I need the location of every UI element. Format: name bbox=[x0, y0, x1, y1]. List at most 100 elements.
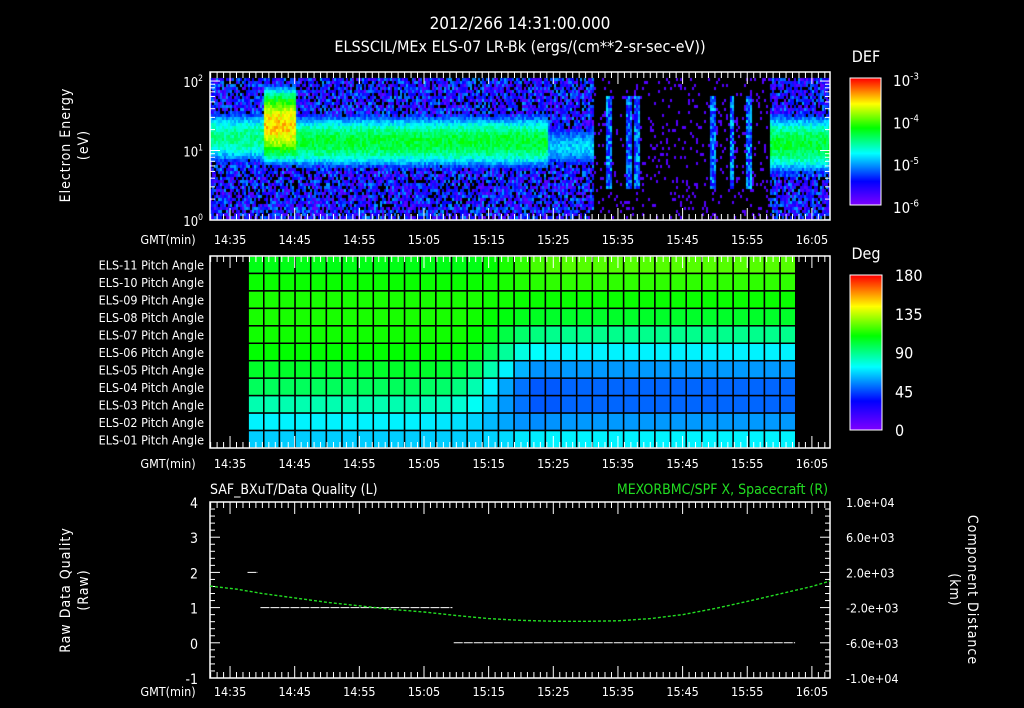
pitch-angle-cell bbox=[529, 307, 547, 327]
pitch-angle-cell bbox=[529, 394, 547, 414]
pitch-angle-cell bbox=[419, 429, 437, 449]
pitch-angle-cell bbox=[622, 325, 641, 345]
pitch-angle-cell bbox=[638, 412, 656, 432]
pitch-angle-cell bbox=[325, 272, 343, 292]
pitch-angle-row-label: ELS-09 Pitch Angle bbox=[99, 293, 204, 308]
pitch-angle-cell bbox=[544, 342, 562, 362]
pitch-angle-cell bbox=[450, 394, 468, 414]
spectrogram-title: ELSSCIL/MEx ELS-07 LR-Bk (ergs/(cm**2-sr… bbox=[334, 37, 705, 56]
pitch-angle-cell bbox=[309, 272, 328, 292]
pitch-angle-cell bbox=[419, 272, 437, 292]
pitch-angle-cell bbox=[513, 342, 531, 362]
pitch-angle-cell bbox=[513, 394, 531, 414]
pitch-angle-cell bbox=[403, 359, 421, 379]
pitch-angle-cell bbox=[309, 412, 328, 432]
pitch-angle-cell bbox=[278, 342, 296, 362]
pitch-angle-cell bbox=[654, 412, 672, 432]
pitch-angle-cell bbox=[419, 342, 437, 362]
pitch-angle-cell bbox=[607, 394, 625, 414]
pitch-angle-cell bbox=[575, 325, 594, 345]
pitch-angle-cell bbox=[513, 272, 531, 292]
time-axis-label: GMT(min) bbox=[140, 456, 195, 471]
pitch-angle-cell bbox=[482, 394, 500, 414]
pitch-angle-cell bbox=[763, 342, 781, 362]
pitch-angle-cell bbox=[591, 429, 609, 449]
pitch-angle-cell bbox=[294, 325, 312, 345]
pitch-angle-cell bbox=[638, 429, 656, 449]
time-tick-label: 14:45 bbox=[278, 232, 310, 247]
pitch-angle-row-label: ELS-10 Pitch Angle bbox=[99, 275, 204, 290]
pitch-angle-cell bbox=[716, 255, 734, 275]
colorbar-tick-label: 135 bbox=[895, 305, 922, 324]
time-tick-label: 15:25 bbox=[537, 456, 569, 471]
pitch-angle-panel: ELS-11 Pitch Angle ELS-10 Pitch Angle ELS-… bbox=[99, 244, 923, 471]
pitch-angle-cell bbox=[622, 377, 641, 397]
pitch-angle-cell bbox=[716, 290, 734, 310]
pitch-angle-cell bbox=[575, 272, 594, 292]
pitch-angle-cell bbox=[247, 342, 265, 362]
pitch-angle-cell bbox=[544, 412, 562, 432]
pitch-angle-cell bbox=[701, 272, 719, 292]
pitch-angle-cell bbox=[654, 377, 672, 397]
pitch-angle-cell bbox=[763, 325, 781, 345]
pitch-angle-cell bbox=[779, 307, 797, 327]
pitch-angle-cell bbox=[560, 412, 578, 432]
pitch-angle-cell bbox=[341, 272, 359, 292]
pitch-angle-cell bbox=[497, 412, 515, 432]
time-tick-label: 15:45 bbox=[666, 232, 698, 247]
pitch-angle-cell bbox=[247, 394, 265, 414]
quality-tick-label: 1 bbox=[190, 602, 198, 618]
pitch-angle-cell bbox=[450, 255, 468, 275]
pitch-angle-cell bbox=[325, 359, 343, 379]
pitch-angle-cell bbox=[497, 394, 515, 414]
time-tick-label: 16:05 bbox=[796, 684, 828, 699]
pitch-angle-cell bbox=[638, 359, 656, 379]
pitch-angle-cell bbox=[435, 325, 453, 345]
pitch-angle-cell bbox=[763, 412, 781, 432]
colorbar-tick-label: 0 bbox=[895, 421, 904, 440]
pitch-angle-cell bbox=[622, 342, 641, 362]
pitch-angle-cell bbox=[372, 412, 390, 432]
pitch-angle-cell bbox=[591, 342, 609, 362]
pitch-angle-cell bbox=[294, 272, 312, 292]
pitch-angle-row-label: ELS-02 Pitch Angle bbox=[99, 415, 204, 430]
pitch-angle-cell bbox=[263, 272, 281, 292]
pitch-angle-cell bbox=[388, 325, 406, 345]
pitch-angle-cell bbox=[341, 325, 359, 345]
pitch-angle-cell bbox=[309, 342, 328, 362]
pitch-angle-cell bbox=[748, 325, 766, 345]
pitch-angle-cell bbox=[669, 290, 687, 310]
pitch-angle-cell bbox=[763, 394, 781, 414]
pitch-angle-cell bbox=[685, 325, 703, 345]
pitch-angle-cell bbox=[591, 272, 609, 292]
pitch-angle-cell bbox=[669, 342, 687, 362]
pitch-angle-cell bbox=[482, 255, 500, 275]
pitch-angle-cell bbox=[779, 429, 797, 449]
pitch-angle-cell bbox=[701, 412, 719, 432]
pitch-angle-cell bbox=[544, 394, 562, 414]
pitch-angle-cell bbox=[591, 359, 609, 379]
pitch-angle-cell bbox=[403, 325, 421, 345]
pitch-angle-cell bbox=[763, 377, 781, 397]
pitch-angle-cell bbox=[294, 394, 312, 414]
pitch-angle-cell bbox=[309, 377, 328, 397]
pitch-angle-cell bbox=[529, 412, 547, 432]
pitch-angle-cell bbox=[513, 290, 531, 310]
pitch-angle-cell bbox=[779, 290, 797, 310]
pitch-angle-cell bbox=[247, 272, 265, 292]
colorbar-label: DEF bbox=[852, 47, 880, 66]
pitch-angle-cell bbox=[669, 394, 687, 414]
plot-frame bbox=[209, 71, 831, 221]
pitch-angle-cell bbox=[372, 359, 390, 379]
pitch-angle-cell bbox=[732, 342, 750, 362]
colorbar-tick-label: 10-4 bbox=[893, 114, 919, 133]
pitch-angle-cell bbox=[560, 325, 578, 345]
pitch-angle-cell bbox=[669, 325, 687, 345]
pitch-angle-cell bbox=[716, 325, 734, 345]
pitch-angle-cell bbox=[748, 394, 766, 414]
pitch-angle-cell bbox=[247, 307, 265, 327]
pitch-angle-cell bbox=[529, 290, 547, 310]
energy-tick-label: 101 bbox=[183, 143, 203, 161]
pitch-angle-cell bbox=[247, 359, 265, 379]
pitch-angle-cell bbox=[278, 272, 296, 292]
